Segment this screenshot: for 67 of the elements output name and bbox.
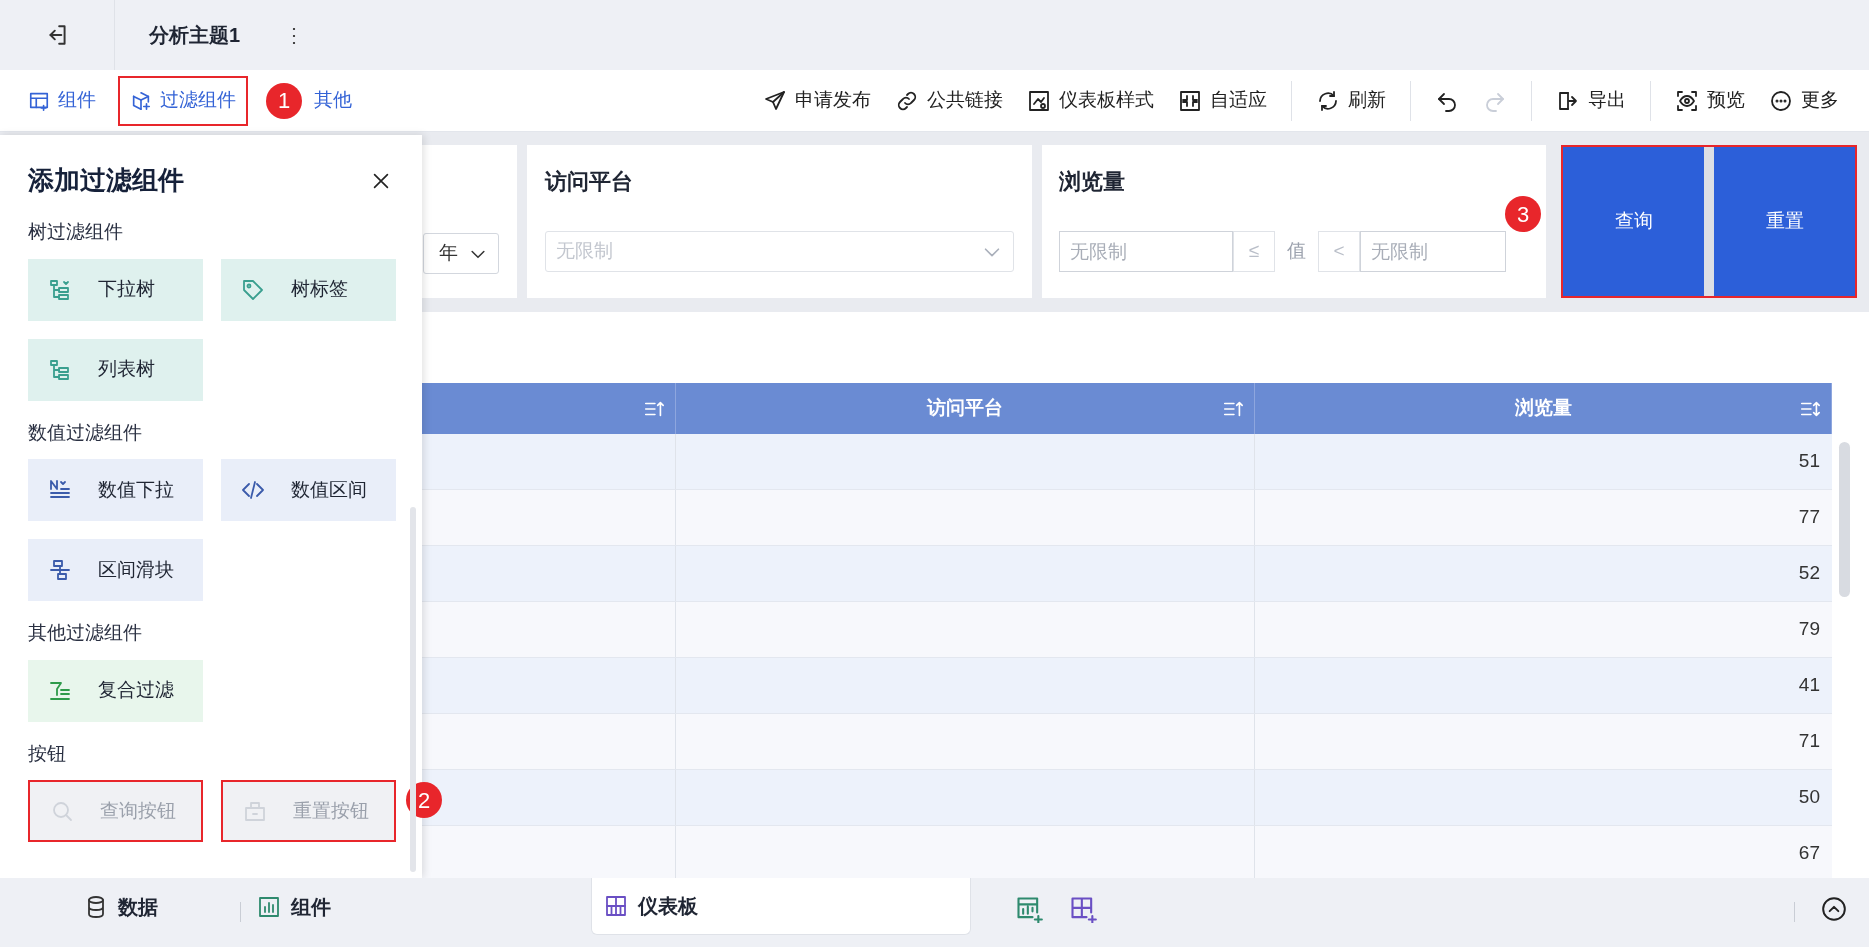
code-icon — [241, 478, 265, 502]
filter-button[interactable]: 查询 — [1563, 147, 1704, 296]
toolbar-tab[interactable]: 过滤组件 — [120, 77, 246, 124]
toolbar-button[interactable]: 申请发布 — [751, 86, 883, 115]
min-value-field[interactable]: 无限制 — [1059, 231, 1233, 272]
send-icon — [763, 88, 787, 113]
table-cell-text: 71 — [1798, 729, 1820, 754]
filter-button[interactable]: 重置 — [1714, 147, 1855, 296]
value-label: 值 — [1287, 239, 1306, 264]
table-cell-text: 51 — [1798, 449, 1820, 474]
bar-chart-icon — [257, 894, 281, 919]
component-button[interactable]: 复合过滤 — [28, 659, 203, 722]
callout-number: 3 — [1505, 196, 1541, 232]
bottom-tab[interactable]: 组件 — [255, 878, 333, 935]
bottom-tab[interactable]: 仪表板 — [591, 878, 971, 935]
scrollbar[interactable] — [1839, 442, 1850, 597]
toolbar-button[interactable]: 自适应 — [1166, 86, 1279, 115]
panel-title: 添加过滤组件 — [28, 164, 184, 197]
more-icon — [1769, 88, 1793, 113]
table-cell-text: 52 — [1798, 561, 1820, 586]
fit-grid-icon — [1178, 88, 1202, 113]
tree-icon — [48, 277, 72, 302]
component-button[interactable]: 数值下拉 — [28, 459, 203, 521]
component-button[interactable]: 下拉树 — [28, 258, 203, 321]
more-menu-button[interactable]: ⋮ — [280, 20, 309, 50]
reset-icon — [243, 799, 267, 823]
section-title: 按钮 — [28, 741, 66, 766]
chart-plus-icon — [1015, 895, 1043, 923]
table-cell-text: 79 — [1798, 617, 1820, 642]
max-value-field[interactable]: 无限制 — [1360, 231, 1506, 272]
table-cell-text: 67 — [1798, 841, 1820, 866]
component-button[interactable]: 区间滑块 — [28, 539, 203, 601]
toolbar-button[interactable]: 预览 — [1663, 86, 1757, 115]
refresh-icon — [1316, 88, 1340, 113]
toolbar-button[interactable]: 仪表板样式 — [1015, 86, 1166, 115]
component-icon — [130, 89, 152, 112]
chevron-up-icon — [1821, 896, 1847, 922]
grid-layout-icon — [604, 894, 628, 918]
component-button[interactable]: 列表树 — [28, 338, 203, 401]
callout-number: 1 — [266, 82, 302, 119]
toolbar-button[interactable]: 公共链接 — [883, 86, 1015, 115]
table-cell-text: 77 — [1798, 505, 1820, 530]
component-button[interactable]: 树标签 — [221, 258, 396, 321]
page-title: 分析主题1 — [149, 23, 241, 48]
grid-plus-icon — [1069, 895, 1097, 923]
section-title: 树过滤组件 — [28, 220, 123, 244]
filter-title: 浏览量 — [1059, 168, 1125, 196]
component-button[interactable]: 数值区间 — [221, 459, 396, 521]
table-cell-text: 50 — [1798, 785, 1820, 810]
eye-icon — [1675, 88, 1699, 113]
table-cell-text: 41 — [1798, 673, 1820, 698]
year-select[interactable]: 年 — [423, 233, 499, 274]
toolbar-button[interactable]: 刷新 — [1304, 86, 1398, 115]
toolbar-tab[interactable]: 组件 — [18, 77, 106, 124]
tree-icon — [48, 357, 72, 382]
toolbar-tab[interactable]: 其他 — [304, 77, 362, 124]
search-icon — [50, 799, 74, 823]
bottom-tab[interactable]: 数据 — [82, 878, 160, 935]
section-title: 其他过滤组件 — [28, 621, 142, 645]
chart-frame-icon — [1027, 88, 1051, 113]
slider-icon — [48, 558, 72, 582]
toolbar-button[interactable]: 更多 — [1757, 86, 1851, 115]
tag-icon — [241, 277, 265, 302]
section-title: 数值过滤组件 — [28, 420, 142, 445]
toolbar-button[interactable]: 导出 — [1544, 86, 1638, 115]
scrollbar[interactable] — [410, 507, 416, 872]
filter-title: 访问平台 — [545, 168, 633, 196]
